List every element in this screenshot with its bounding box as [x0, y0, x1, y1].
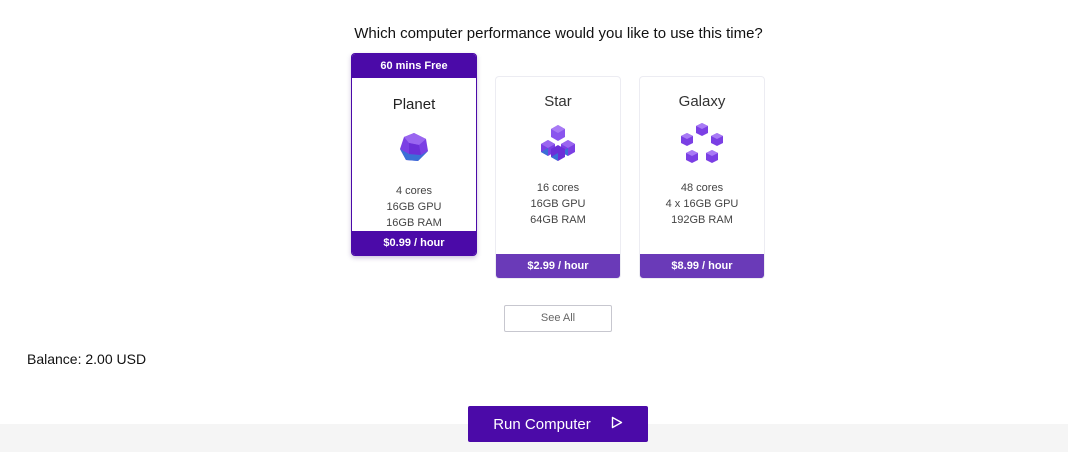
- free-badge: 60 mins Free: [352, 54, 476, 78]
- planet-gem-icon: [397, 125, 431, 169]
- ram-spec: 192GB RAM: [671, 214, 733, 226]
- plan-specs: 4 cores 16GB GPU 16GB RAM: [386, 183, 442, 231]
- cores-spec: 4 cores: [395, 185, 433, 197]
- star-gem-cluster-icon: [537, 122, 579, 166]
- plan-price: $0.99 / hour: [352, 231, 476, 255]
- cores-spec: 16 cores: [536, 182, 580, 194]
- galaxy-gem-ring-icon: [679, 122, 725, 166]
- plan-name: Galaxy: [678, 93, 726, 110]
- cores-spec: 48 cores: [680, 182, 724, 194]
- gpu-spec: 16GB GPU: [530, 198, 586, 210]
- ram-spec: 16GB RAM: [386, 217, 442, 229]
- plan-name: Planet: [392, 96, 436, 113]
- plan-card-galaxy[interactable]: Galaxy 48 cores 4 x 16GB GPU 192GB RAM $…: [639, 76, 765, 279]
- run-computer-button[interactable]: Run Computer: [468, 406, 648, 442]
- question-heading: Which computer performance would you lik…: [354, 25, 763, 42]
- plan-price: $8.99 / hour: [640, 254, 764, 278]
- balance-text: Balance: 2.00 USD: [27, 351, 147, 367]
- see-all-button[interactable]: See All: [504, 305, 612, 332]
- plan-card-planet[interactable]: 60 mins Free Planet 4 cores 16GB GPU 16G…: [351, 53, 477, 256]
- plan-card-star[interactable]: Star 16 cores 16GB GPU 64GB RAM $2.99 / …: [495, 76, 621, 279]
- ram-spec: 64GB RAM: [530, 214, 586, 226]
- plan-price: $2.99 / hour: [496, 254, 620, 278]
- plan-cards: 60 mins Free Planet 4 cores 16GB GPU 16G…: [351, 53, 765, 279]
- computer-selection-page: Which computer performance would you lik…: [0, 0, 1068, 452]
- play-outline-icon: [611, 416, 623, 433]
- gpu-spec: 4 x 16GB GPU: [665, 198, 739, 210]
- plan-specs: 16 cores 16GB GPU 64GB RAM: [530, 180, 586, 228]
- plan-specs: 48 cores 4 x 16GB GPU 192GB RAM: [666, 180, 739, 228]
- run-computer-label: Run Computer: [493, 415, 591, 433]
- plan-name: Star: [544, 93, 572, 110]
- gpu-spec: 16GB GPU: [386, 201, 442, 213]
